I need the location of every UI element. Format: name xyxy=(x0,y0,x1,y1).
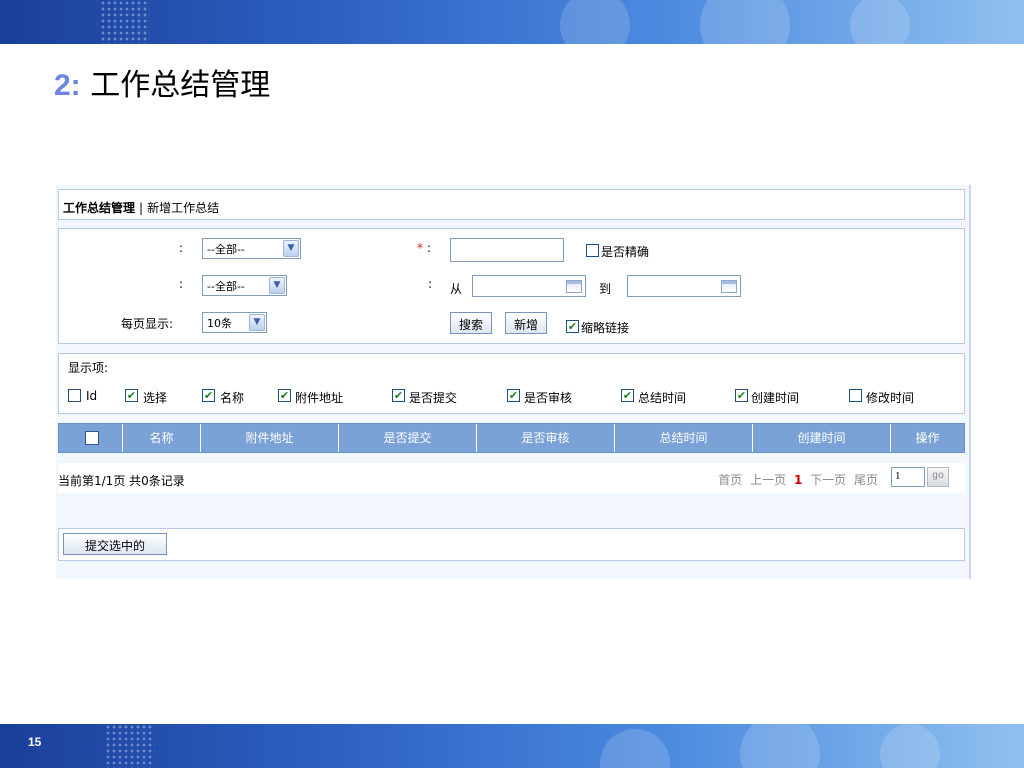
breadcrumb: 工作总结管理 | 新增工作总结 xyxy=(58,189,965,220)
first-page-link[interactable]: 首页 xyxy=(718,473,742,487)
column-header[interactable]: 操作 xyxy=(891,424,964,452)
column-header[interactable]: 是否审核 xyxy=(477,424,615,452)
filter2-label: : xyxy=(179,277,184,291)
bubble-decoration xyxy=(600,729,670,768)
pager-links: 首页 上一页 1 下一页 尾页 xyxy=(714,471,878,488)
abbr-link-checkbox[interactable]: ✔ xyxy=(566,320,579,333)
current-page: 1 xyxy=(793,473,803,487)
prev-page-link[interactable]: 上一页 xyxy=(750,473,786,487)
work-summary-app: 工作总结管理 | 新增工作总结 : --全部-- ▼ * : 是否精确 : --全部… xyxy=(56,185,971,579)
goto-page-input[interactable]: 1 xyxy=(891,467,925,487)
calendar-icon[interactable] xyxy=(566,280,582,293)
display-option-label: 创建时间 xyxy=(751,391,800,405)
display-option-checkbox[interactable] xyxy=(849,389,862,402)
date-label: : xyxy=(428,277,433,291)
dot-pattern-decoration xyxy=(100,0,150,44)
display-option-label: 是否提交 xyxy=(409,391,458,405)
display-option-label: 名称 xyxy=(220,391,245,405)
go-button[interactable]: go xyxy=(927,467,949,487)
display-option-checkbox[interactable]: ✔ xyxy=(125,389,138,402)
search-panel: : --全部-- ▼ * : 是否精确 : --全部-- ▼ : 从 到 每页显… xyxy=(58,228,965,344)
filter1-select-value: --全部-- xyxy=(207,243,245,256)
breadcrumb-separator: | xyxy=(139,201,144,215)
display-option-checkbox[interactable]: ✔ xyxy=(735,389,748,402)
display-option-label: 总结时间 xyxy=(638,391,687,405)
keyword-input[interactable] xyxy=(450,238,564,262)
date-to-label: 到 xyxy=(599,282,612,296)
filter1-select[interactable]: --全部-- ▼ xyxy=(202,238,301,259)
calendar-icon[interactable] xyxy=(721,280,737,293)
select-all-checkbox[interactable] xyxy=(85,431,99,445)
display-option-label: 选择 xyxy=(143,391,168,405)
bubble-decoration xyxy=(850,0,910,44)
display-option-checkbox[interactable]: ✔ xyxy=(392,389,405,402)
column-header[interactable]: 总结时间 xyxy=(615,424,753,452)
select-all-column xyxy=(59,424,123,452)
text-field-label: : xyxy=(427,241,432,255)
column-header[interactable]: 是否提交 xyxy=(339,424,477,452)
submit-selected-button[interactable]: 提交选中的 xyxy=(63,533,167,555)
slide-page-number: 15 xyxy=(28,735,42,749)
slide-title-text: 工作总结管理 xyxy=(90,68,271,103)
add-button[interactable]: 新增 xyxy=(505,312,547,334)
dot-pattern-decoration xyxy=(105,724,155,768)
chevron-down-icon: ▼ xyxy=(249,314,265,331)
chevron-down-icon: ▼ xyxy=(283,240,299,257)
exact-match-label: 是否精确 xyxy=(601,245,650,259)
breadcrumb-current: 工作总结管理 xyxy=(63,201,136,215)
bubble-decoration xyxy=(740,724,820,768)
next-page-link[interactable]: 下一页 xyxy=(810,473,846,487)
display-option-checkbox[interactable]: ✔ xyxy=(202,389,215,402)
display-option-label: 附件地址 xyxy=(295,391,344,405)
submit-panel: 提交选中的 xyxy=(58,528,965,561)
column-header[interactable]: 创建时间 xyxy=(753,424,891,452)
date-from-input[interactable] xyxy=(472,275,586,297)
display-option-label: Id xyxy=(86,389,98,403)
bubble-decoration xyxy=(880,724,940,768)
page-size-select-value: 10条 xyxy=(207,317,232,330)
display-option-label: 修改时间 xyxy=(866,391,915,405)
record-summary: 当前第1/1页 共0条记录 xyxy=(58,474,185,488)
search-button[interactable]: 搜索 xyxy=(450,312,492,334)
abbr-link-label: 缩略链接 xyxy=(581,321,630,335)
table-header: 名称 附件地址 是否提交 是否审核 总结时间 创建时间 操作 xyxy=(58,423,965,453)
display-items-title: 显示项: xyxy=(68,361,109,375)
display-option-checkbox[interactable]: ✔ xyxy=(621,389,634,402)
filter2-select[interactable]: --全部-- ▼ xyxy=(202,275,287,296)
bubble-decoration xyxy=(700,0,790,44)
exact-match-checkbox[interactable] xyxy=(586,244,599,257)
filter1-label: : xyxy=(179,241,184,255)
display-option-checkbox[interactable]: ✔ xyxy=(507,389,520,402)
slide-title-number: 2: xyxy=(54,69,81,102)
filter2-select-value: --全部-- xyxy=(207,280,245,293)
display-option-checkbox[interactable]: ✔ xyxy=(278,389,291,402)
slide-title: 2: 工作总结管理 xyxy=(54,60,270,104)
page-size-select[interactable]: 10条 ▼ xyxy=(202,312,267,333)
required-mark: * xyxy=(417,241,423,255)
last-page-link[interactable]: 尾页 xyxy=(854,473,878,487)
chevron-down-icon: ▼ xyxy=(269,277,285,294)
bubble-decoration xyxy=(560,0,630,44)
column-header[interactable]: 名称 xyxy=(123,424,201,452)
date-from-label: 从 xyxy=(450,282,463,296)
slide-bottom-bar: 15 xyxy=(0,724,1024,768)
slide-top-bar xyxy=(0,0,1024,44)
pagination-bar: 当前第1/1页 共0条记录 首页 上一页 1 下一页 尾页 1 go xyxy=(58,463,965,493)
column-header[interactable]: 附件地址 xyxy=(201,424,339,452)
display-option-checkbox[interactable] xyxy=(68,389,81,402)
date-to-input[interactable] xyxy=(627,275,741,297)
display-option-label: 是否审核 xyxy=(524,391,573,405)
add-work-summary-link[interactable]: 新增工作总结 xyxy=(147,201,219,215)
display-items-panel: 显示项: Id ✔ 选择 ✔ 名称 ✔ 附件地址 ✔ 是否提交 ✔ 是否审核 ✔… xyxy=(58,353,965,414)
page-size-label: 每页显示: xyxy=(121,317,174,331)
